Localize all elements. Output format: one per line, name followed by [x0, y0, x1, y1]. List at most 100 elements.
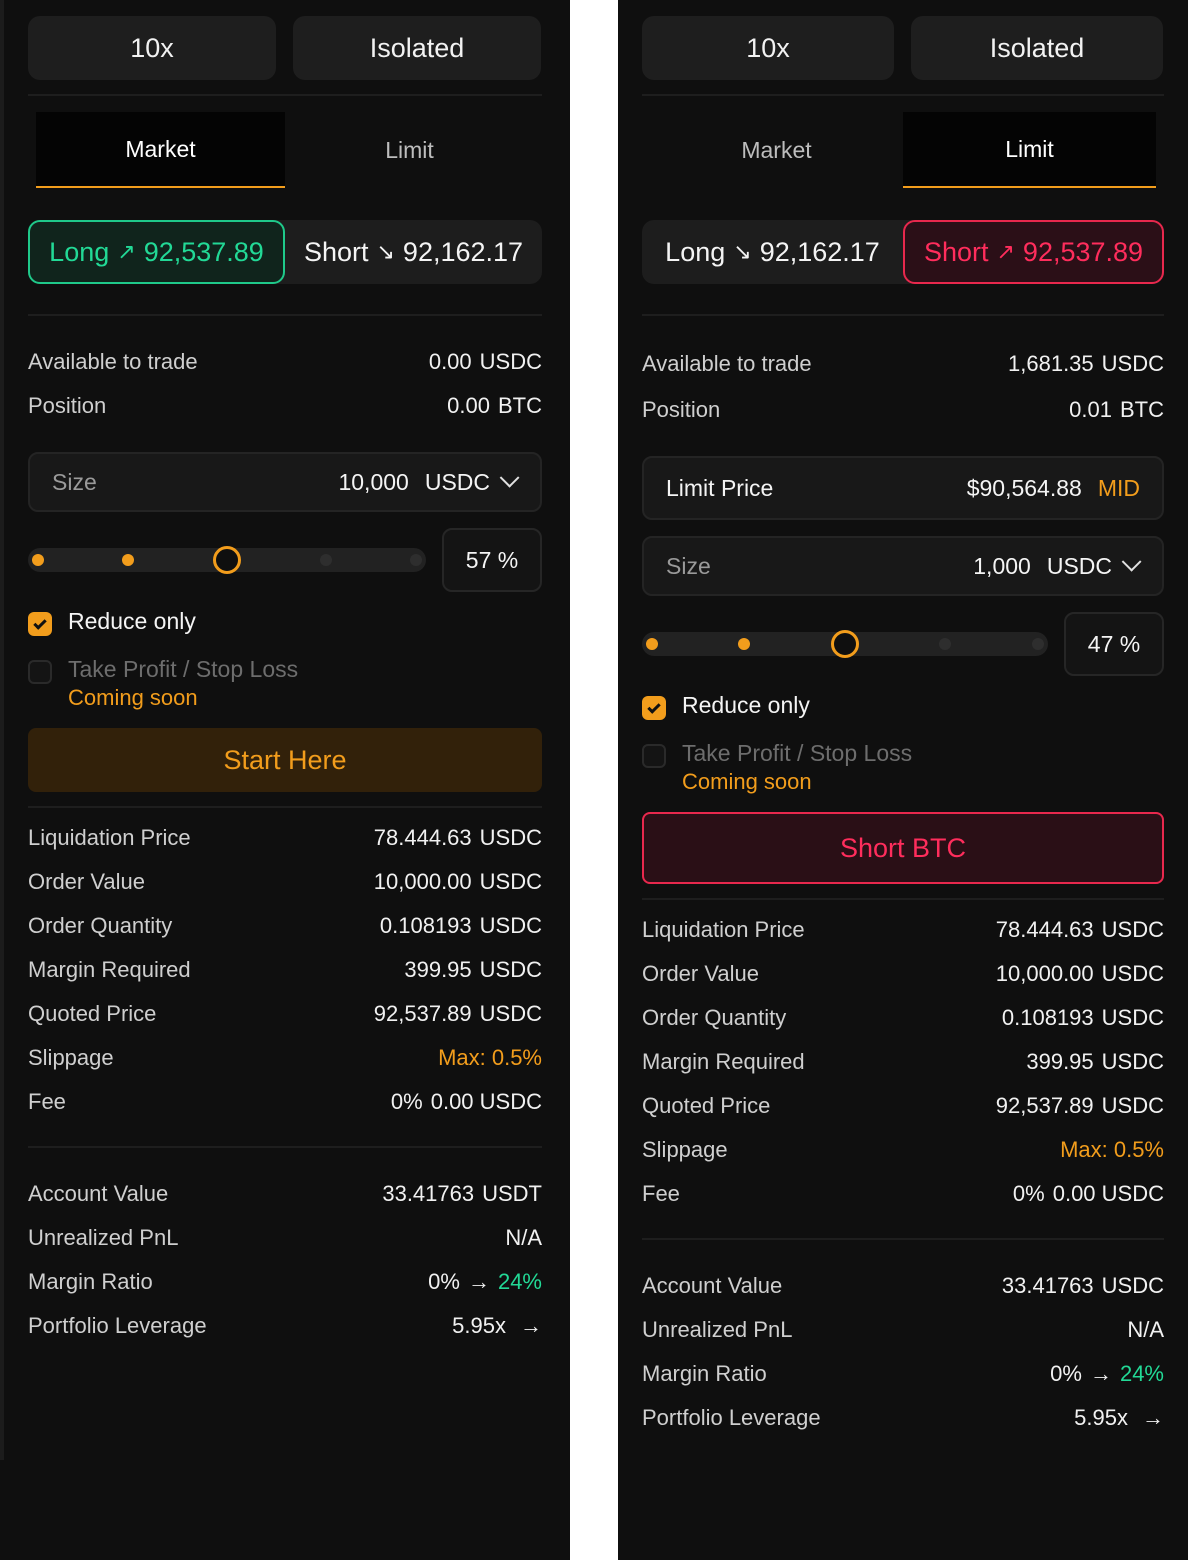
- reduce-only-checkbox[interactable]: [642, 696, 666, 720]
- tab-limit[interactable]: Limit: [903, 112, 1156, 188]
- position-row: Position 0.00 BTC: [28, 389, 542, 423]
- slider-step-dot[interactable]: [122, 554, 134, 566]
- size-slider[interactable]: [642, 630, 1048, 658]
- account-value-value: 33.41763: [382, 1181, 475, 1206]
- percent-input[interactable]: 57 %: [442, 528, 542, 592]
- size-unit-select[interactable]: USDC: [425, 469, 490, 496]
- slider-step-dot[interactable]: [939, 638, 951, 650]
- fee-value: 0%: [1012, 1181, 1045, 1206]
- unrealized-pnl-value: N/A: [505, 1225, 542, 1250]
- tab-market[interactable]: Market: [36, 112, 285, 188]
- fee-row: Fee 0% 0.00 USDC: [642, 1177, 1164, 1211]
- slippage-value-group: Max: 0.5%: [1060, 1137, 1164, 1163]
- unrealized-pnl-value: N/A: [1127, 1317, 1164, 1342]
- mid-price-button[interactable]: MID: [1098, 475, 1140, 502]
- short-button[interactable]: Short ↘ 92,162.17: [285, 220, 542, 284]
- fee-row: Fee 0% 0.00 USDC: [28, 1085, 542, 1119]
- unrealized-pnl-row: Unrealized PnL N/A: [642, 1313, 1164, 1347]
- slippage-label: Slippage: [642, 1137, 728, 1162]
- arrow-down-right-icon: ↘: [733, 239, 752, 264]
- slider-step-dot[interactable]: [410, 554, 422, 566]
- long-button[interactable]: Long ↗ 92,537.89: [28, 220, 285, 284]
- account-value-label: Account Value: [28, 1181, 169, 1206]
- slider-thumb[interactable]: [831, 630, 859, 658]
- slider-step-dot[interactable]: [1032, 638, 1044, 650]
- available-row: Available to trade 0.00 USDC: [28, 345, 542, 379]
- divider: [642, 898, 1164, 900]
- coming-soon-note: Coming soon: [682, 769, 812, 794]
- slider-step-dot[interactable]: [32, 554, 44, 566]
- check-icon: [33, 615, 47, 630]
- fee-value: 0%: [390, 1089, 423, 1114]
- divider: [642, 314, 1164, 316]
- reduce-only-label[interactable]: Reduce only: [682, 692, 810, 719]
- margin-mode-button[interactable]: Isolated: [911, 16, 1163, 80]
- arrow-up-right-icon: ↗: [117, 239, 136, 264]
- order-quantity-row: Order Quantity 0.108193 USDC: [28, 909, 542, 943]
- slippage-value-group: Max: 0.5%: [438, 1045, 542, 1071]
- leverage-button[interactable]: 10x: [28, 16, 276, 80]
- slippage-row: Slippage Max: 0.5%: [28, 1041, 542, 1075]
- limit-price-input[interactable]: Limit Price $90,564.88 MID: [642, 456, 1164, 520]
- slippage-label: Slippage: [28, 1045, 114, 1070]
- size-unit-select[interactable]: USDC: [1047, 553, 1112, 580]
- reduce-only-checkbox[interactable]: [28, 612, 52, 636]
- order-value-unit: USDC: [479, 869, 542, 894]
- order-quantity-unit: USDC: [479, 913, 542, 938]
- tab-limit[interactable]: Limit: [285, 112, 534, 188]
- slippage-value: Max: 0.5%: [1060, 1137, 1164, 1162]
- start-here-button[interactable]: Start Here: [28, 728, 542, 792]
- available-label: Available to trade: [28, 349, 198, 374]
- portfolio-leverage-value: 5.95x: [1074, 1405, 1128, 1430]
- slider-step-dot[interactable]: [738, 638, 750, 650]
- short-button[interactable]: Short ↗ 92,537.89: [903, 220, 1164, 284]
- long-price: 92,537.89: [143, 236, 264, 267]
- leverage-button[interactable]: 10x: [642, 16, 894, 80]
- margin-required-row: Margin Required 399.95 USDC: [642, 1045, 1164, 1079]
- margin-ratio-unit: 24%: [497, 1269, 542, 1294]
- slider-step-dot[interactable]: [646, 638, 658, 650]
- long-short-toggle: Long ↘ 92,162.17 Short ↗ 92,537.89: [642, 220, 1164, 284]
- margin-ratio-unit: 24%: [1119, 1361, 1164, 1386]
- short-btc-button[interactable]: Short BTC: [642, 812, 1164, 884]
- margin-ratio-label: Margin Ratio: [642, 1361, 767, 1386]
- margin-required-value: 399.95: [1026, 1049, 1094, 1074]
- arrow-right-icon[interactable]: →: [1142, 1405, 1164, 1431]
- long-button[interactable]: Long ↘ 92,162.17: [642, 220, 903, 284]
- order-panel-limit: 10x Isolated Market Limit Long ↘ 92,162.…: [618, 0, 1188, 1560]
- slider-step-dot[interactable]: [320, 554, 332, 566]
- size-input[interactable]: Size 1,000 USDC: [642, 536, 1164, 596]
- quoted-price-unit: USDC: [479, 1001, 542, 1026]
- liquidation-price-unit: USDC: [1101, 917, 1164, 942]
- percent-input[interactable]: 47 %: [1064, 612, 1164, 676]
- position-row: Position 0.01 BTC: [642, 393, 1164, 427]
- slider-thumb[interactable]: [213, 546, 241, 574]
- reduce-only-label[interactable]: Reduce only: [68, 608, 196, 635]
- limit-price-label: Limit Price: [666, 474, 774, 501]
- arrow-right-icon[interactable]: →: [520, 1313, 542, 1339]
- position-label: Position: [642, 397, 721, 422]
- unrealized-pnl-label: Unrealized PnL: [642, 1317, 793, 1342]
- size-input[interactable]: Size 10,000 USDC: [28, 452, 542, 512]
- account-value-row: Account Value 33.41763 USDT: [28, 1177, 542, 1211]
- long-short-toggle: Long ↗ 92,537.89 Short ↘ 92,162.17: [28, 220, 542, 284]
- margin-required-unit: USDC: [479, 957, 542, 982]
- size-value: 1,000: [973, 552, 1031, 579]
- order-quantity-unit: USDC: [1101, 1005, 1164, 1030]
- account-value-unit: USDC: [1101, 1273, 1164, 1298]
- margin-mode-button[interactable]: Isolated: [293, 16, 541, 80]
- tpsl-label: Take Profit / Stop Loss: [682, 740, 913, 766]
- tpsl-checkbox: [642, 744, 666, 768]
- quoted-price-row: Quoted Price 92,537.89 USDC: [642, 1089, 1164, 1123]
- portfolio-leverage-value-group: 5.95x →: [452, 1313, 542, 1339]
- chevron-down-icon[interactable]: [1121, 551, 1142, 572]
- margin-ratio-value-group: 0% → 24%: [1050, 1361, 1164, 1387]
- tab-market[interactable]: Market: [650, 112, 903, 188]
- size-slider[interactable]: [28, 546, 426, 574]
- unrealized-pnl-value-group: N/A: [1127, 1317, 1164, 1343]
- quoted-price-label: Quoted Price: [642, 1093, 771, 1118]
- available-value: 0.00: [428, 349, 472, 374]
- order-quantity-label: Order Quantity: [28, 913, 173, 938]
- order-value-value-group: 10,000.00 USDC: [374, 869, 542, 895]
- chevron-down-icon[interactable]: [499, 467, 520, 488]
